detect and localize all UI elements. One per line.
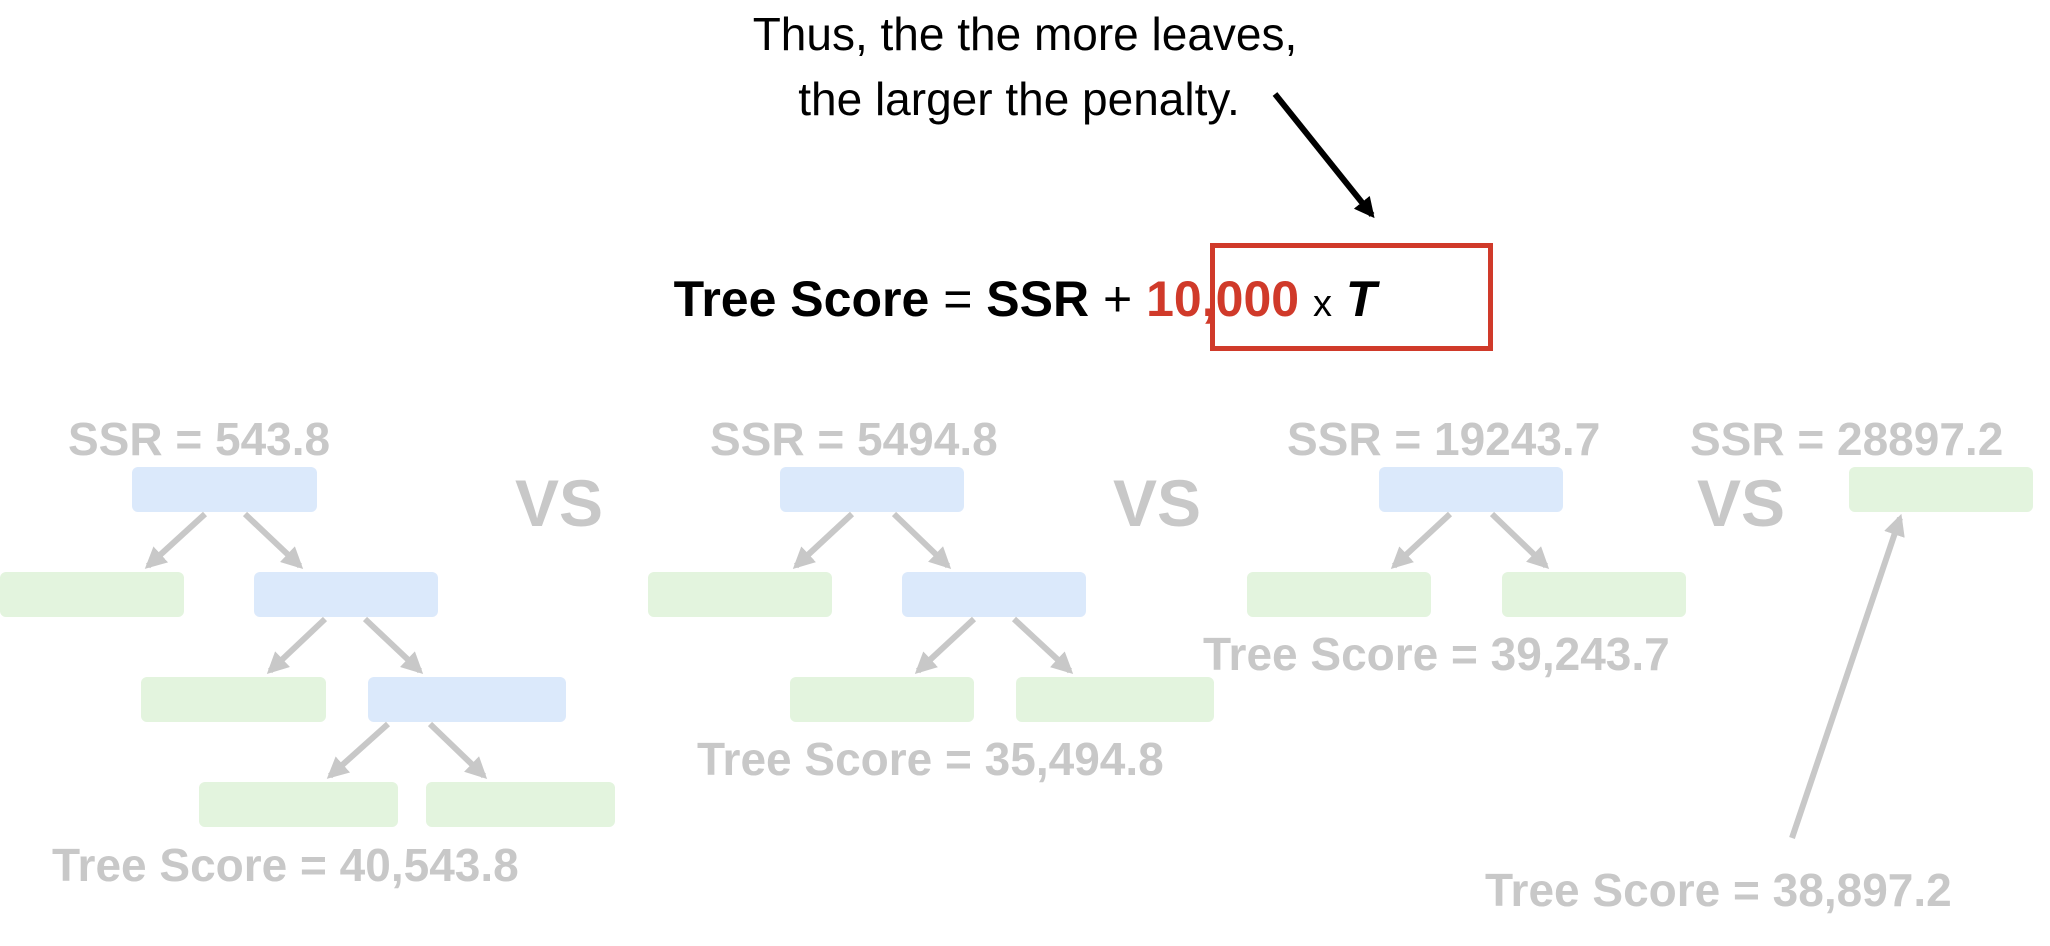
tree4-score-arrow: [1789, 513, 1905, 839]
tree1-edge-arrow: [242, 511, 304, 569]
vs-separator: VS: [1113, 466, 1202, 540]
tree2-edge-arrow: [914, 616, 977, 674]
tree2-ssr-label: SSR = 5494.8: [710, 413, 998, 465]
tree1-edge-arrow: [144, 511, 208, 569]
tree1-edge-arrow: [362, 616, 424, 674]
tree4-score-label: Tree Score = 38,897.2: [1485, 864, 1952, 916]
tree1-edge-arrow: [427, 721, 488, 779]
tree2-edge-arrow: [891, 511, 952, 569]
tree3-ssr-label: SSR = 19243.7: [1287, 413, 1601, 465]
tree1-ssr-label: SSR = 543.8: [68, 413, 331, 465]
tree2-score-label: Tree Score = 35,494.8: [697, 733, 1164, 785]
tree1-score-label: Tree Score = 40,543.8: [52, 839, 519, 891]
tree4-ssr-label: SSR = 28897.2: [1690, 413, 2004, 465]
tree3-edge-arrow: [1489, 511, 1550, 569]
tree2-edge-arrow: [792, 511, 855, 569]
tree1-edge-arrow: [326, 721, 391, 779]
tree2-edge-arrow: [1011, 616, 1074, 674]
tree1-edge-arrow: [266, 616, 328, 674]
vs-separator: VS: [1697, 466, 1786, 540]
caption-pointer-arrow: [1272, 92, 1375, 219]
vs-separator: VS: [515, 466, 604, 540]
tree3-edge-arrow: [1390, 511, 1453, 569]
tree3-score-label: Tree Score = 39,243.7: [1203, 628, 1670, 680]
